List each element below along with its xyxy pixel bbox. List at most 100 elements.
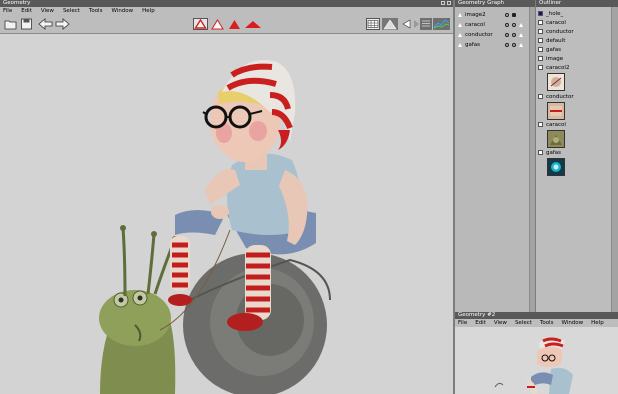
menu-tools[interactable]: Tools [540,319,554,327]
menu-select[interactable]: Select [63,7,80,15]
visibility-icon[interactable] [505,43,509,47]
menu-file[interactable]: File [3,7,12,15]
outliner-item[interactable]: _hole_ [538,10,563,18]
material-swatch-icon [538,11,543,16]
graph-item-label: conductor [465,32,493,38]
list-view-icon[interactable] [420,18,432,30]
prev-icon[interactable] [400,18,412,30]
next-icon[interactable] [412,18,420,30]
menu-window[interactable]: Window [111,7,133,15]
3d-viewport[interactable] [0,34,453,394]
outliner-title-bar[interactable]: Outliner [536,0,618,7]
checkbox-icon[interactable] [538,20,543,25]
menu-help[interactable]: Help [591,319,604,327]
outliner-title: Outliner [539,0,562,6]
shading-icon[interactable] [519,23,523,27]
menu-view[interactable]: View [494,319,507,327]
shading-red-filled-icon[interactable] [227,18,242,30]
outliner-item[interactable]: default [538,37,565,45]
graph-item-label: image2 [465,12,486,18]
graph-view-icon[interactable] [433,18,450,30]
caracol-thumbnail [547,130,565,148]
menu-view[interactable]: View [41,7,54,15]
outliner-item[interactable]: image [538,55,563,63]
checkbox-icon[interactable] [538,56,543,61]
outliner-item[interactable]: gafas [538,46,561,54]
3d-scene-render [99,60,331,394]
graph-item-toggles [505,41,526,49]
forward-arrow-icon[interactable] [55,18,70,30]
outliner-item[interactable]: gafas [538,149,561,157]
menu-edit[interactable]: Edit [21,7,32,15]
back-arrow-icon[interactable] [38,18,53,30]
outliner-item-label: gafas [546,150,562,156]
graph-item[interactable]: gafas [458,41,523,49]
geometry-menu-bar: File Edit View Select Tools Window Help [0,7,453,15]
outliner-item[interactable]: caracol [538,19,566,27]
geometry-node-icon [458,32,462,37]
menu-file[interactable]: File [458,319,467,327]
geometry-node-icon [458,22,462,27]
outliner-item-label: caracol [546,20,566,26]
graph-item-toggles [505,21,526,29]
visibility-icon[interactable] [505,13,509,17]
lock-icon[interactable] [512,13,516,17]
menu-edit[interactable]: Edit [475,319,486,327]
geometry-window: Geometry File Edit View Select Tools Win… [0,0,453,394]
shading-red-flat-icon[interactable] [244,18,262,30]
outliner-item-label: conductor [546,94,574,100]
lock-icon[interactable] [512,23,516,27]
texture-icon [538,122,543,127]
outliner-item[interactable]: caracol2 [538,64,569,72]
grid-view-icon[interactable] [366,18,380,30]
shading-icon[interactable] [519,33,523,37]
minimize-icon[interactable] [441,1,445,5]
geometry-graph-scrollbar[interactable] [529,7,535,312]
open-folder-icon[interactable] [4,18,17,30]
menu-tools[interactable]: Tools [89,7,103,15]
shading-red-outline-icon[interactable] [193,18,208,30]
graph-item[interactable]: image2 [458,11,516,19]
geometry-2-menu-bar: File Edit View Select Tools Window Help [455,319,618,327]
lock-icon[interactable] [512,33,516,37]
outliner-item-label: _hole_ [546,11,564,17]
shading-icon[interactable] [519,43,523,47]
save-icon[interactable] [20,18,33,30]
close-icon[interactable] [447,1,451,5]
outliner-item[interactable]: conductor [538,28,574,36]
graph-item[interactable]: caracol [458,21,523,29]
geometry-node-icon [458,12,462,17]
geometry-graph-title: Geometry Graph [458,0,505,6]
outliner-scrollbar[interactable] [611,7,618,312]
3d-viewport-2[interactable] [455,327,618,394]
geometry-title-bar[interactable]: Geometry [0,0,453,7]
texture-icon [538,65,543,70]
outliner-item[interactable]: conductor [538,93,574,101]
outliner-item-label: caracol [546,122,566,128]
geometry-graph-title-bar[interactable]: Geometry Graph [455,0,535,7]
graph-item-label: caracol [465,22,485,28]
texture-icon [538,94,543,99]
lock-icon[interactable] [512,43,516,47]
graph-item[interactable]: conductor [458,31,523,39]
outliner-item-label: caracol2 [546,65,570,71]
shading-white-icon[interactable] [210,18,225,30]
menu-window[interactable]: Window [561,319,583,327]
outliner-item[interactable]: caracol [538,121,566,129]
geometry-2-title-bar[interactable]: Geometry #2 [455,312,618,319]
menu-select[interactable]: Select [515,319,532,327]
visibility-icon[interactable] [505,23,509,27]
solid-view-icon[interactable] [382,18,398,30]
geometry-2-title: Geometry #2 [458,312,496,318]
checkbox-icon[interactable] [538,47,543,52]
conductor-thumbnail [547,102,565,120]
checkbox-icon[interactable] [538,29,543,34]
3d-scene-render-2 [494,337,573,394]
caracol2-thumbnail [547,73,565,91]
geometry-toolbar [0,15,453,34]
checkbox-icon[interactable] [538,38,543,43]
visibility-icon[interactable] [505,33,509,37]
gafas-thumbnail [547,158,565,176]
menu-help[interactable]: Help [142,7,155,15]
geometry-title: Geometry [3,0,31,6]
